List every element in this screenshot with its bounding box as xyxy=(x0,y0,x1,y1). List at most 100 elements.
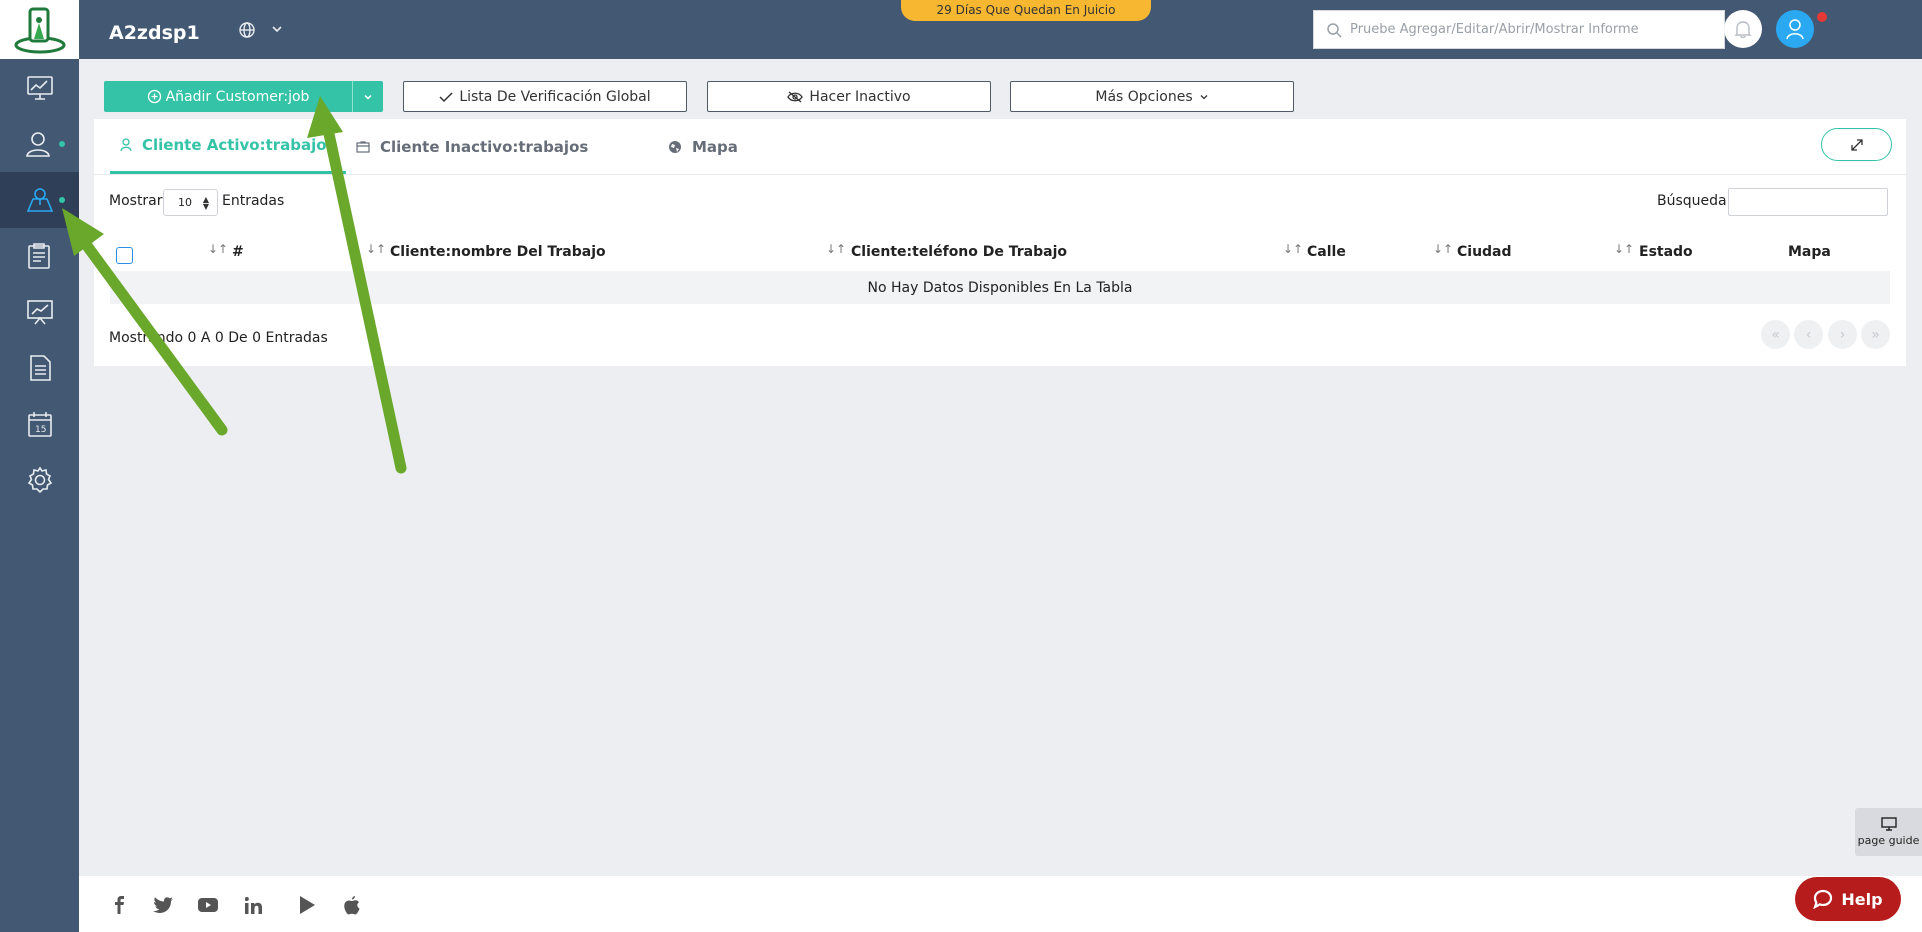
sidebar-item-calendar[interactable]: 15 xyxy=(0,396,79,452)
tab-inactive-jobs-label: Cliente Inactivo:trabajos xyxy=(380,137,589,156)
add-customer-job-label: Añadir Customer:job xyxy=(165,88,310,105)
column-header-number[interactable]: # xyxy=(232,244,244,260)
user-icon xyxy=(120,138,132,152)
global-search-input[interactable] xyxy=(1350,22,1710,37)
sidebar-item-settings[interactable] xyxy=(0,452,79,508)
sort-icon[interactable]: ↓↑ xyxy=(366,242,386,256)
sidebar: 15 xyxy=(0,0,79,932)
sort-icon[interactable]: ↓↑ xyxy=(826,242,846,256)
globe-icon xyxy=(239,22,255,38)
app-logo[interactable] xyxy=(0,0,79,59)
gear-icon xyxy=(27,466,52,494)
apple-icon[interactable] xyxy=(341,894,363,916)
tab-inactive-jobs[interactable]: Cliente Inactivo:trabajos xyxy=(356,119,588,174)
sidebar-item-reports[interactable] xyxy=(0,284,79,340)
expand-icon xyxy=(1850,138,1863,151)
sort-icon[interactable]: ↓↑ xyxy=(208,242,228,256)
help-label: Help xyxy=(1841,889,1883,909)
user-menu-button[interactable] xyxy=(1776,10,1814,48)
show-label: Mostrar xyxy=(109,193,163,209)
language-button[interactable] xyxy=(236,19,258,41)
column-header-state[interactable]: Estado xyxy=(1639,244,1693,260)
monitor-chart-icon xyxy=(26,76,53,100)
global-checklist-button[interactable]: Lista De Verificación Global xyxy=(403,81,687,112)
select-all-checkbox[interactable] xyxy=(116,247,133,264)
sidebar-item-dashboard[interactable] xyxy=(0,60,79,116)
make-inactive-button[interactable]: Hacer Inactivo xyxy=(707,81,991,112)
page-length-value: 10 xyxy=(178,196,192,209)
table-search-label: Búsqueda: xyxy=(1657,193,1732,209)
calendar-icon: 15 xyxy=(27,412,52,437)
youtube-icon[interactable] xyxy=(197,894,219,916)
chevron-down-icon xyxy=(364,94,372,100)
column-header-street[interactable]: Calle xyxy=(1307,244,1346,260)
notification-dot xyxy=(59,197,65,203)
tab-map-label: Mapa xyxy=(692,137,738,156)
more-options-label: Más Opciones xyxy=(1095,88,1193,105)
global-search[interactable] xyxy=(1313,10,1725,49)
next-page-button[interactable]: › xyxy=(1828,320,1857,349)
table-info: Mostrando 0 A 0 De 0 Entradas xyxy=(109,330,328,346)
user-icon xyxy=(1786,19,1804,40)
sort-icon[interactable]: ↓↑ xyxy=(1614,242,1634,256)
table-empty-row: No Hay Datos Disponibles En La Tabla xyxy=(110,271,1890,304)
make-inactive-label: Hacer Inactivo xyxy=(809,88,911,105)
column-header-city[interactable]: Ciudad xyxy=(1457,244,1512,260)
sidebar-item-documents[interactable] xyxy=(0,340,79,396)
sidebar-item-customers[interactable] xyxy=(0,116,79,172)
facebook-icon[interactable] xyxy=(108,894,130,916)
google-play-icon[interactable] xyxy=(296,894,318,916)
map-user-icon xyxy=(26,188,53,212)
add-customer-job-button[interactable]: Añadir Customer:job xyxy=(104,81,383,112)
bell-icon xyxy=(1734,21,1752,39)
notification-badge xyxy=(1817,12,1827,22)
more-options-button[interactable]: Más Opciones xyxy=(1010,81,1294,112)
tab-active-jobs[interactable]: Cliente Activo:trabajos xyxy=(110,119,346,174)
document-icon xyxy=(29,355,51,381)
add-dropdown-toggle[interactable] xyxy=(352,81,383,112)
account-dropdown-button[interactable] xyxy=(268,20,286,38)
monitor-icon xyxy=(1880,817,1897,831)
footer xyxy=(79,876,1922,932)
global-checklist-label: Lista De Verificación Global xyxy=(459,88,651,105)
last-page-button[interactable]: » xyxy=(1861,320,1890,349)
chat-bubble-icon xyxy=(1813,889,1833,909)
column-header-job-phone[interactable]: Cliente:teléfono De Trabajo xyxy=(851,244,1067,260)
table-search-input[interactable] xyxy=(1728,188,1888,216)
page-length-select[interactable]: 10 ▲ ▼ xyxy=(163,189,218,216)
column-header-map: Mapa xyxy=(1788,244,1831,260)
jobs-card: Cliente Activo:trabajos Cliente Inactivo… xyxy=(94,119,1906,366)
logo-icon xyxy=(14,7,65,53)
sidebar-item-customer-jobs[interactable] xyxy=(0,172,79,228)
tab-map[interactable]: Mapa xyxy=(668,119,738,174)
plus-circle-icon xyxy=(147,89,161,104)
search-icon xyxy=(1327,22,1342,38)
previous-page-button[interactable]: ‹ xyxy=(1794,320,1823,349)
clipboard-list-icon xyxy=(27,243,50,269)
user-icon xyxy=(25,132,50,157)
column-header-job-name[interactable]: Cliente:nombre Del Trabajo xyxy=(390,244,606,260)
globe-icon xyxy=(669,140,681,153)
chevron-down-icon xyxy=(1200,94,1208,99)
add-customer-job-main[interactable]: Añadir Customer:job xyxy=(104,81,352,112)
help-button[interactable]: Help xyxy=(1795,877,1901,921)
expand-button[interactable] xyxy=(1821,128,1892,161)
notification-dot xyxy=(59,141,65,147)
trial-banner[interactable]: 29 Días Que Quedan En Juicio xyxy=(901,0,1151,21)
entries-label: Entradas xyxy=(222,193,285,209)
sort-icon[interactable]: ↓↑ xyxy=(1433,242,1453,256)
page-guide-label: page guide xyxy=(1857,834,1920,847)
first-page-button[interactable]: « xyxy=(1761,320,1790,349)
page-guide-button[interactable]: page guide xyxy=(1855,808,1922,856)
svg-text:15: 15 xyxy=(35,425,46,435)
sort-icon[interactable]: ↓↑ xyxy=(1283,242,1303,256)
presentation-chart-icon xyxy=(26,300,53,325)
eye-off-icon xyxy=(787,91,804,102)
archive-icon xyxy=(356,140,370,153)
spinner-arrows-icon: ▲ ▼ xyxy=(202,195,209,211)
tab-divider xyxy=(94,174,1906,175)
twitter-icon[interactable] xyxy=(152,894,174,916)
notifications-button[interactable] xyxy=(1724,10,1762,48)
linkedin-icon[interactable] xyxy=(242,894,264,916)
sidebar-item-work-orders[interactable] xyxy=(0,228,79,284)
